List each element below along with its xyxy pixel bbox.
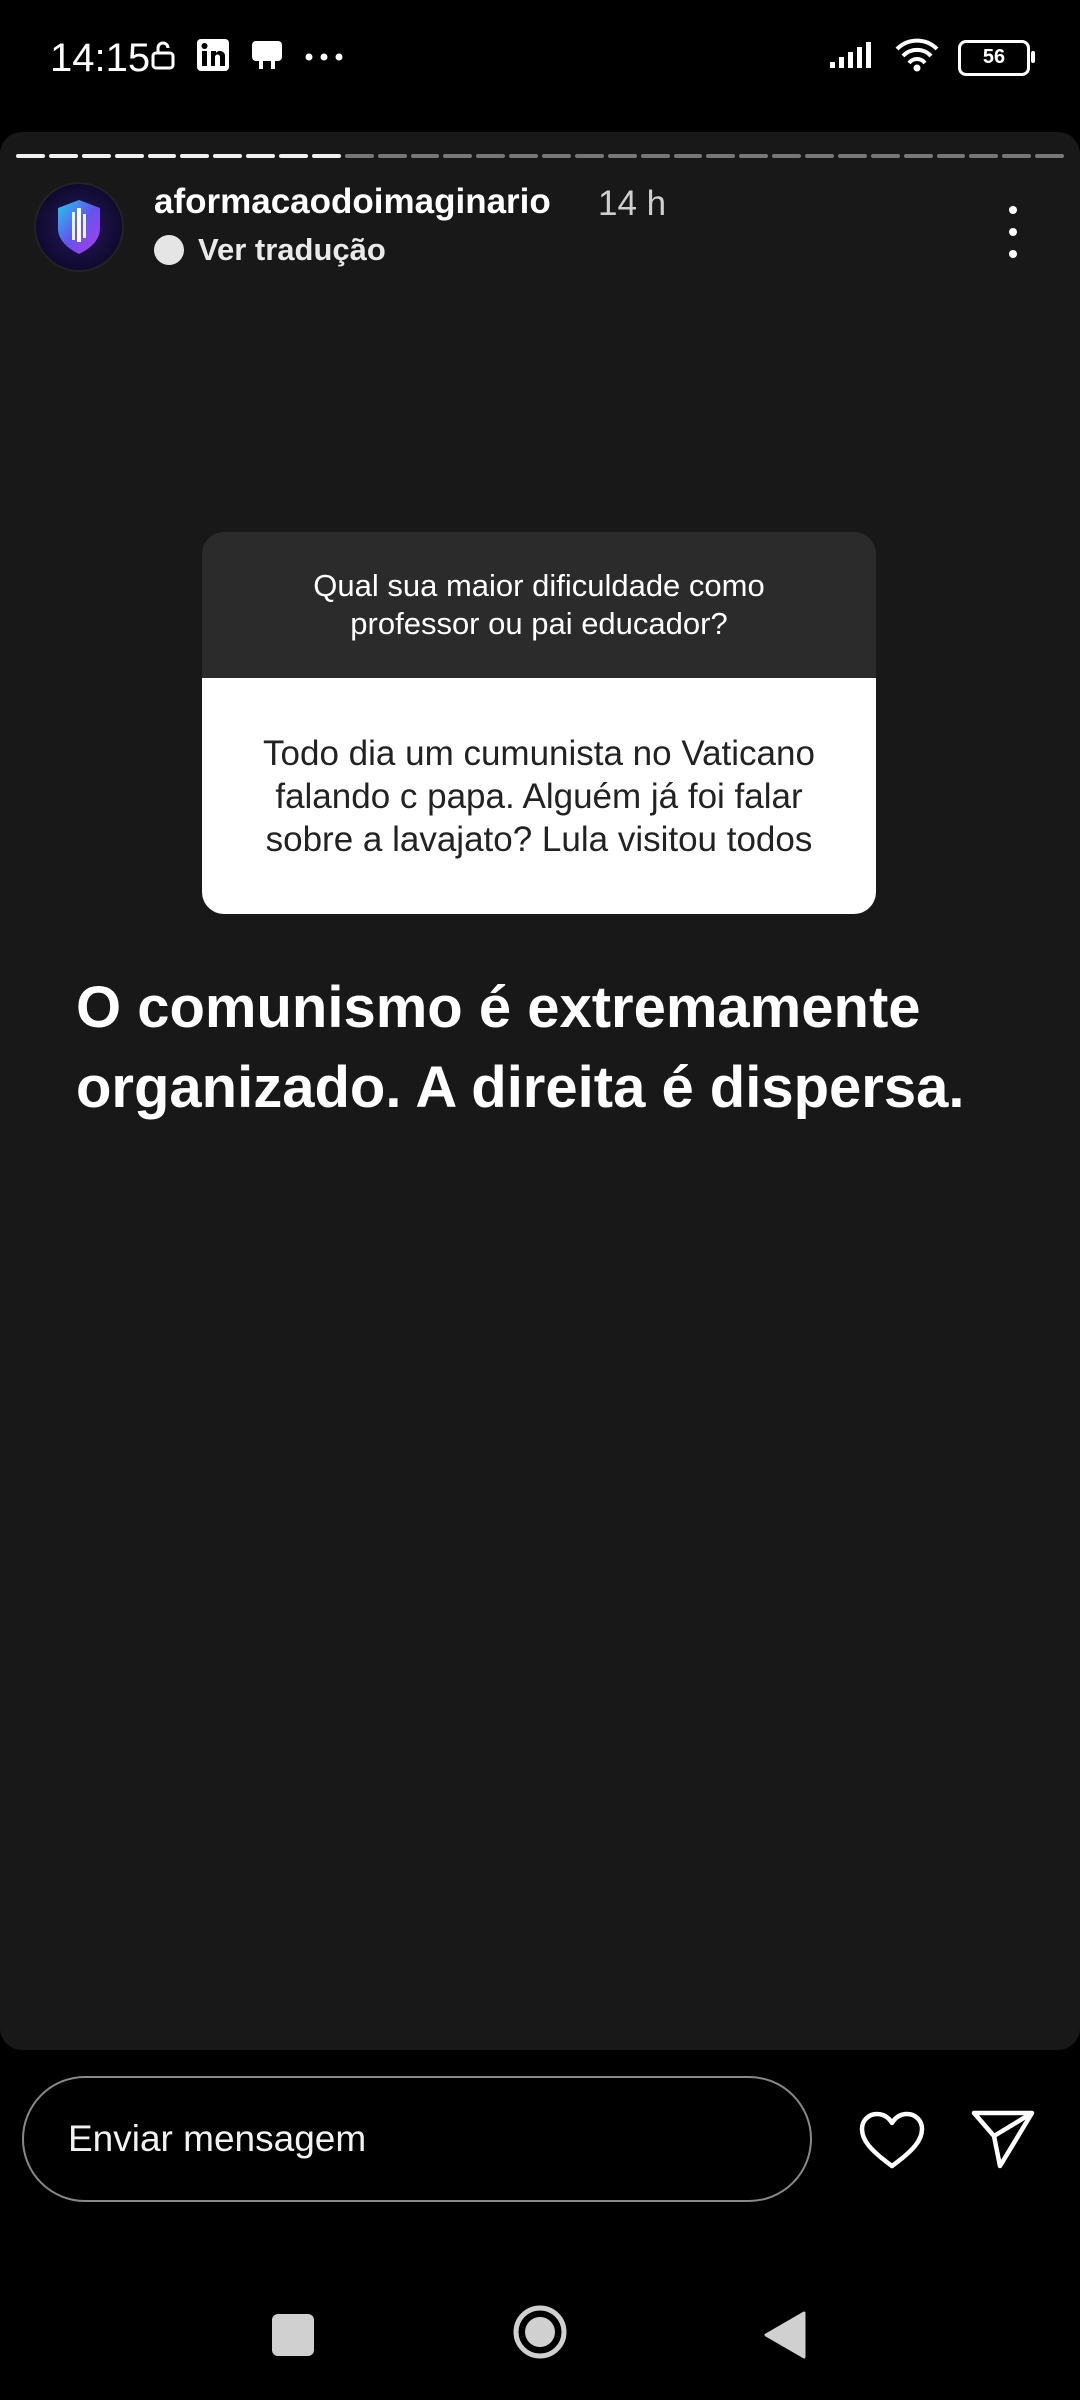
progress-segment bbox=[246, 154, 275, 158]
progress-segment bbox=[870, 154, 900, 158]
more-options-icon[interactable] bbox=[998, 202, 1028, 262]
tv-icon bbox=[250, 38, 284, 77]
linkedin-icon bbox=[196, 38, 230, 77]
progress-segment bbox=[1035, 154, 1064, 158]
progress-segment bbox=[147, 154, 177, 158]
lock-icon bbox=[150, 40, 176, 75]
translate-label: Ver tradução bbox=[198, 232, 386, 267]
status-right-icons: 56 bbox=[828, 38, 1035, 77]
answer-panel: Todo dia um cumunista no Vaticano faland… bbox=[202, 678, 876, 914]
recent-apps-button[interactable] bbox=[272, 2314, 314, 2356]
question-text: Qual sua maior dificuldade como professo… bbox=[313, 568, 765, 641]
progress-segment bbox=[969, 154, 999, 158]
progress-segment bbox=[48, 154, 78, 158]
profile-avatar[interactable] bbox=[34, 182, 124, 272]
progress-segment bbox=[936, 154, 966, 158]
battery-level: 56 bbox=[982, 46, 1006, 68]
progress-segment bbox=[213, 154, 243, 158]
progress-segment bbox=[772, 154, 801, 158]
question-sticker: Qual sua maior dificuldade como professo… bbox=[202, 532, 876, 914]
story-progress-bar bbox=[16, 154, 1064, 158]
status-left-icons bbox=[150, 38, 344, 77]
progress-segment bbox=[443, 154, 473, 158]
progress-segment bbox=[180, 154, 210, 158]
back-button[interactable] bbox=[762, 2310, 808, 2365]
shield-logo-icon bbox=[58, 200, 100, 254]
signal-icon bbox=[828, 40, 876, 75]
question-header: Qual sua maior dificuldade como professo… bbox=[202, 532, 876, 678]
translate-button[interactable]: Ver tradução bbox=[154, 232, 386, 268]
progress-segment bbox=[739, 154, 769, 158]
wifi-icon bbox=[894, 38, 940, 77]
progress-segment bbox=[114, 154, 144, 158]
progress-segment bbox=[16, 154, 45, 158]
status-bar: 14:15 56 bbox=[0, 0, 1080, 120]
progress-segment bbox=[837, 154, 867, 158]
message-placeholder: Enviar mensagem bbox=[68, 2118, 367, 2159]
send-icon[interactable] bbox=[970, 2108, 1036, 2175]
story-username[interactable]: aformacaodoimaginario bbox=[154, 182, 551, 222]
more-dots-icon bbox=[304, 49, 344, 67]
progress-segment bbox=[903, 154, 933, 158]
progress-segment bbox=[542, 154, 571, 158]
progress-segment bbox=[640, 154, 670, 158]
progress-segment bbox=[377, 154, 407, 158]
answer-text: Todo dia um cumunista no Vaticano faland… bbox=[263, 733, 815, 859]
translate-icon bbox=[154, 235, 184, 265]
story-caption: O comunismo é extremamente organizado. A… bbox=[76, 975, 965, 1120]
progress-segment bbox=[81, 154, 111, 158]
story-timestamp: 14 h bbox=[598, 184, 667, 223]
home-button[interactable] bbox=[512, 2304, 568, 2365]
like-heart-icon[interactable] bbox=[858, 2110, 926, 2175]
message-input[interactable]: Enviar mensagem bbox=[22, 2076, 812, 2202]
progress-segment bbox=[607, 154, 637, 158]
status-time: 14:15 bbox=[50, 36, 151, 80]
progress-segment bbox=[311, 154, 341, 158]
progress-segment bbox=[574, 154, 604, 158]
story-viewer[interactable]: aformacaodoimaginario 14 h Ver tradução … bbox=[0, 132, 1080, 2050]
progress-segment bbox=[410, 154, 440, 158]
progress-segment bbox=[805, 154, 834, 158]
progress-segment bbox=[279, 154, 308, 158]
progress-segment bbox=[476, 154, 506, 158]
progress-segment bbox=[344, 154, 374, 158]
progress-segment bbox=[706, 154, 736, 158]
progress-segment bbox=[509, 154, 538, 158]
progress-segment bbox=[673, 154, 703, 158]
battery-icon: 56 bbox=[958, 39, 1035, 76]
progress-segment bbox=[1002, 154, 1032, 158]
